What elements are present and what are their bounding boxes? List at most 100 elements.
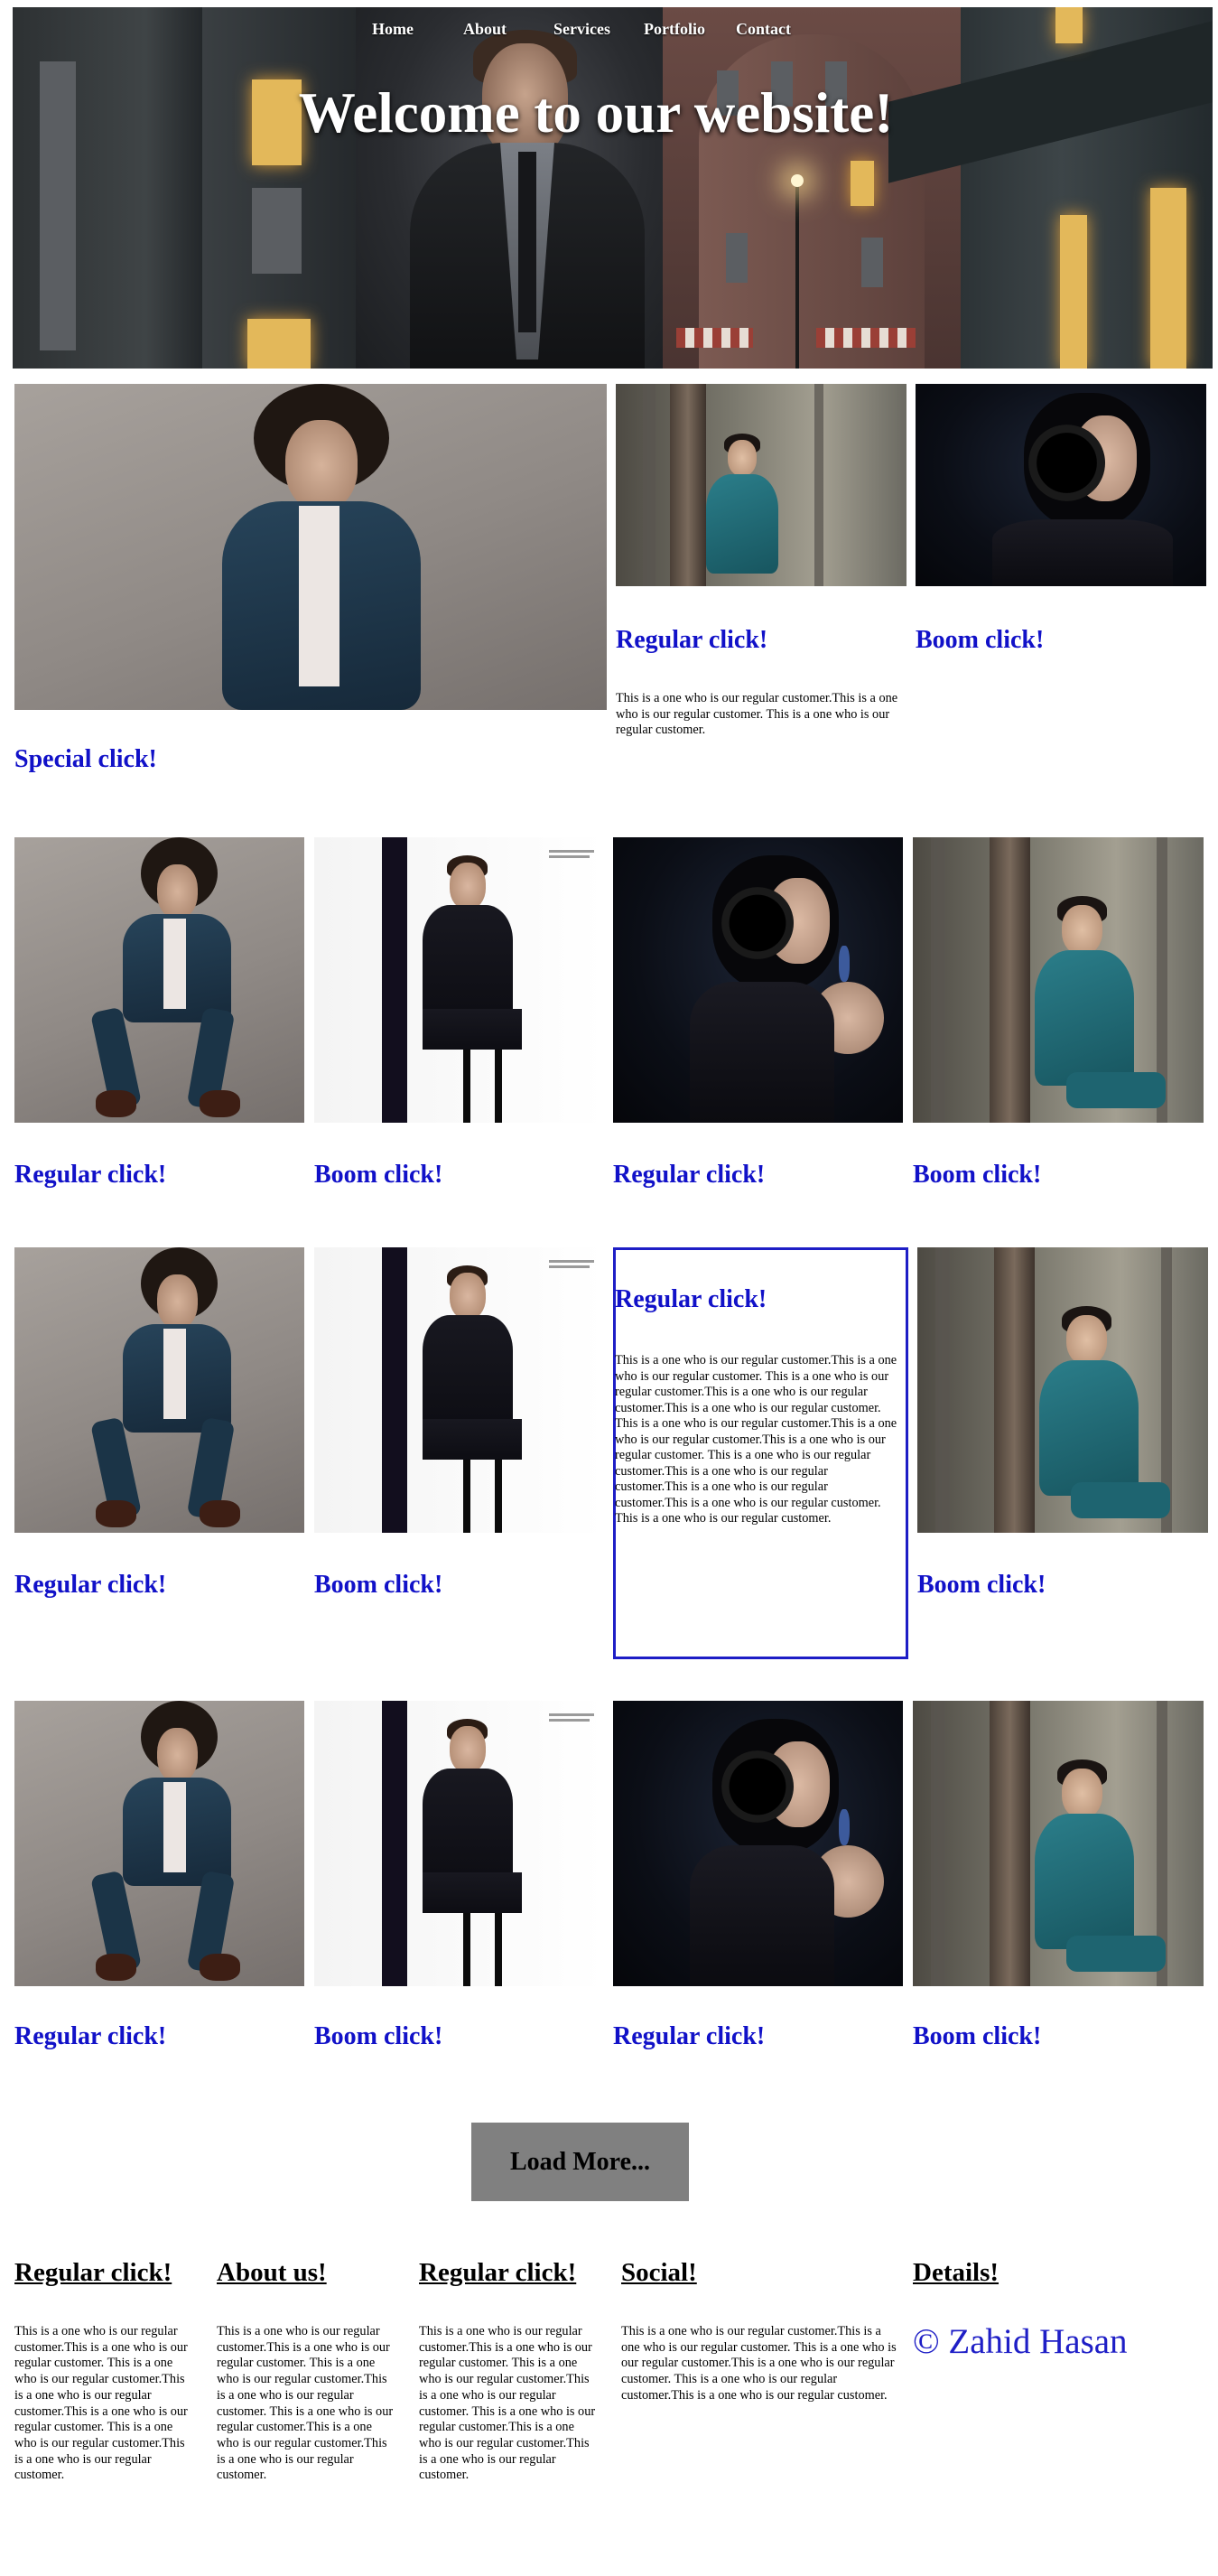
gallery-photo-white-man[interactable]	[314, 1701, 604, 1986]
gallery-photo-white-man[interactable]	[314, 1247, 604, 1533]
gallery-row1-title-2[interactable]: Boom click!	[314, 1162, 442, 1188]
gallery-row1-title-4[interactable]: Boom click!	[913, 1162, 1041, 1188]
photo-tree	[935, 1247, 950, 1533]
photo-fineprint	[549, 855, 590, 858]
photo-tree	[643, 384, 655, 586]
footer-col4-title[interactable]: Social!	[621, 2260, 697, 2286]
photo-face	[157, 1274, 198, 1329]
photo-stool-leg	[495, 1913, 502, 1986]
hero-window	[247, 319, 311, 369]
hero-window	[851, 161, 874, 206]
hero-man-tie	[518, 152, 536, 332]
photo-fineprint	[549, 1265, 590, 1268]
featured-main-title[interactable]: Special click!	[14, 747, 157, 772]
photo-shirt	[163, 919, 186, 1009]
footer-col2-title[interactable]: About us!	[217, 2260, 327, 2286]
photo-suit	[423, 1315, 513, 1433]
photo-trunk	[990, 837, 1030, 1123]
photo-face	[450, 1726, 486, 1773]
nav-about[interactable]: About	[463, 20, 507, 39]
photo-jacket	[706, 474, 778, 574]
gallery-photo-forest-man[interactable]	[913, 837, 1204, 1123]
photo-shirt	[299, 506, 339, 686]
photo-trunk	[994, 1247, 1035, 1533]
hero-awning	[676, 328, 753, 348]
footer-col5-title[interactable]: Details!	[913, 2260, 999, 2286]
gallery-row1-title-3[interactable]: Regular click!	[613, 1162, 765, 1188]
photo-trunk	[670, 384, 706, 586]
photo-jacket	[1035, 950, 1134, 1086]
photo-stool-leg	[463, 1050, 470, 1123]
photo-shoe	[200, 1500, 240, 1527]
photo-dark-bar	[382, 1247, 407, 1533]
gallery-row2-title-4[interactable]: Boom click!	[917, 1573, 1046, 1598]
hero-title: Welcome to our website!	[298, 81, 894, 145]
photo-face	[450, 1273, 486, 1320]
gallery-photo-forest-man[interactable]	[917, 1247, 1208, 1533]
photo-tree	[931, 837, 945, 1123]
photo-face	[450, 863, 486, 910]
featured-photo-curly-man[interactable]	[14, 384, 607, 710]
gallery-row3-title-2[interactable]: Boom click!	[314, 2024, 442, 2049]
gallery-row3-title-1[interactable]: Regular click!	[14, 2024, 166, 2049]
camera-lens-icon	[721, 887, 794, 959]
footer-col2-text: This is a one who is our regular custome…	[217, 2324, 394, 2483]
hero-window	[726, 233, 748, 283]
gallery-row2-title-3[interactable]: Regular click!	[615, 1287, 767, 1312]
featured-card2-title[interactable]: Boom click!	[916, 628, 1044, 653]
photo-jacket	[1039, 1360, 1139, 1496]
photo-shirt	[163, 1329, 186, 1419]
gallery-photo-camera-woman[interactable]	[613, 837, 903, 1123]
footer-col3-text: This is a one who is our regular custome…	[419, 2324, 596, 2483]
photo-jacket	[1035, 1814, 1134, 1949]
photo-body	[992, 519, 1173, 586]
featured-card1-text: This is a one who is our regular custome…	[616, 691, 898, 737]
nav-portfolio[interactable]: Portfolio	[644, 20, 705, 39]
hero-window	[252, 188, 302, 274]
photo-pants	[1066, 1072, 1166, 1108]
hero-street-lamp	[791, 174, 804, 187]
photo-face	[285, 420, 358, 510]
gallery-photo-camera-woman[interactable]	[613, 1701, 903, 1986]
gallery-row3-title-4[interactable]: Boom click!	[913, 2024, 1041, 2049]
gallery-row3-title-3[interactable]: Regular click!	[613, 2024, 765, 2049]
photo-trunk	[990, 1701, 1030, 1986]
photo-suit	[423, 1769, 513, 1886]
hero-window	[861, 238, 883, 287]
photo-fineprint	[549, 1713, 594, 1716]
photo-face	[1062, 905, 1102, 955]
featured-photo-forest-man[interactable]	[616, 384, 907, 586]
nav-contact[interactable]: Contact	[736, 20, 791, 39]
photo-shoe	[96, 1500, 136, 1527]
gallery-row2-title-1[interactable]: Regular click!	[14, 1573, 166, 1598]
photo-body	[690, 982, 834, 1123]
photo-shoe	[96, 1954, 136, 1981]
photo-dark-bar	[382, 1701, 407, 1986]
gallery-photo-curly-man[interactable]	[14, 837, 304, 1123]
load-more-button[interactable]: Load More...	[471, 2123, 689, 2201]
photo-suit	[423, 905, 513, 1022]
gallery-row2-title-2[interactable]: Boom click!	[314, 1573, 442, 1598]
gallery-photo-white-man[interactable]	[314, 837, 604, 1123]
footer-col3-title[interactable]: Regular click!	[419, 2260, 576, 2286]
featured-card1-title[interactable]: Regular click!	[616, 628, 767, 653]
photo-fineprint	[549, 850, 594, 853]
featured-photo-camera-woman[interactable]	[916, 384, 1206, 586]
footer-col1-title[interactable]: Regular click!	[14, 2260, 172, 2286]
photo-suit-legs	[423, 1419, 522, 1460]
highlight-card-text: This is a one who is our regular custome…	[615, 1353, 897, 1526]
photo-pants	[1066, 1936, 1166, 1972]
earring-icon	[839, 1809, 850, 1845]
gallery-photo-forest-man[interactable]	[913, 1701, 1204, 1986]
hero-window	[1060, 215, 1087, 369]
photo-pants	[1071, 1482, 1170, 1518]
gallery-row1-title-1[interactable]: Regular click!	[14, 1162, 166, 1188]
gallery-photo-curly-man[interactable]	[14, 1701, 304, 1986]
nav-home[interactable]: Home	[372, 20, 414, 39]
nav-services[interactable]: Services	[553, 20, 610, 39]
gallery-photo-curly-man[interactable]	[14, 1247, 304, 1533]
hero-window	[1150, 188, 1186, 369]
footer-col1-text: This is a one who is our regular custome…	[14, 2324, 188, 2483]
photo-face	[157, 1728, 198, 1782]
copyright-text: © Zahid Hasan	[913, 2322, 1128, 2361]
